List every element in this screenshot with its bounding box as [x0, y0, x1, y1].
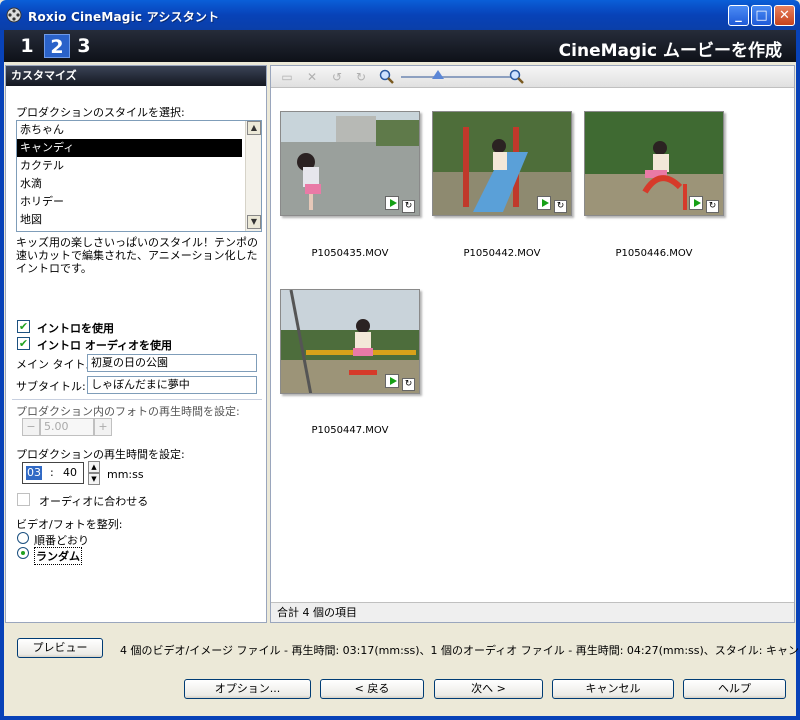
use-intro-audio-label: イントロ オーディオを使用 — [37, 339, 173, 352]
list-item[interactable]: 赤ちゃん — [17, 121, 242, 139]
order-random-label: ランダム — [34, 547, 82, 565]
cancel-button[interactable]: キャンセル — [552, 679, 674, 699]
help-button[interactable]: ヘルプ — [683, 679, 786, 699]
production-info: 4 個のビデオ/イメージ ファイル - 再生時間: 03:17(mm:ss)、1… — [120, 644, 800, 657]
media-panel: ▭ ✕ ↺ ↻ ↻ P1050435.MOV ↻ P1050442.MOV ↻ … — [270, 65, 795, 623]
rotate-icon[interactable]: ↻ — [706, 200, 719, 213]
zoom-slider-thumb[interactable] — [432, 70, 444, 79]
film-reel-icon — [6, 7, 22, 23]
spin-down-icon[interactable]: ▼ — [88, 473, 100, 485]
video-frame-image — [281, 112, 419, 215]
fit-audio-checkbox[interactable] — [17, 493, 30, 506]
subtitle-field[interactable]: しゃぼんだまに夢中 — [87, 376, 257, 394]
order-random-radio[interactable] — [17, 547, 29, 559]
window-border-left — [0, 30, 4, 720]
window-border-bottom — [0, 716, 800, 720]
rotate-icon[interactable]: ↻ — [402, 200, 415, 213]
wizard-step-bar: 1 2 3 CineMagic ムービーを作成 — [0, 30, 800, 62]
scroll-down-icon[interactable]: ▼ — [247, 215, 261, 229]
close-button[interactable]: ✕ — [774, 5, 795, 26]
list-item[interactable]: 水滴 — [17, 175, 242, 193]
divider — [12, 399, 262, 400]
zoom-out-icon[interactable] — [379, 69, 394, 84]
step-3[interactable]: 3 — [74, 34, 94, 58]
media-filename: P1050435.MOV — [311, 248, 389, 259]
play-icon[interactable] — [537, 196, 551, 210]
list-item[interactable]: 地図 — [17, 211, 242, 229]
media-filename: P1050447.MOV — [311, 425, 389, 436]
preview-button[interactable]: プレビュー — [17, 638, 103, 658]
rotate-left-icon[interactable]: ↺ — [329, 69, 345, 85]
zoom-in-icon[interactable] — [509, 69, 524, 84]
play-icon[interactable] — [385, 196, 399, 210]
production-time-field[interactable]: 03 : 40 — [22, 462, 84, 484]
minutes-value[interactable]: 03 — [26, 466, 42, 480]
media-toolbar: ▭ ✕ ↺ ↻ — [271, 66, 794, 88]
video-frame-image — [433, 112, 571, 215]
list-item[interactable]: ホリデー — [17, 193, 242, 211]
window-title: Roxio CineMagic アシスタント — [28, 10, 220, 24]
list-scrollbar[interactable]: ▲ ▼ — [245, 121, 261, 231]
play-icon[interactable] — [689, 196, 703, 210]
media-thumbnail[interactable]: ↻ — [432, 111, 572, 216]
monitor-icon[interactable]: ▭ — [279, 69, 295, 85]
list-item[interactable]: カクテル — [17, 157, 242, 175]
delete-icon[interactable]: ✕ — [304, 69, 320, 85]
media-thumbnail[interactable]: ↻ — [280, 289, 420, 394]
media-filename: P1050442.MOV — [463, 248, 541, 259]
fit-audio-label: オーディオに合わせる — [39, 495, 149, 508]
style-label: プロダクションのスタイルを選択: — [16, 106, 185, 119]
video-frame-image — [281, 290, 419, 393]
minimize-button[interactable]: _ — [728, 5, 749, 26]
rotate-icon[interactable]: ↻ — [402, 378, 415, 391]
page-title: CineMagic ムービーを作成 — [558, 41, 782, 61]
customize-panel: カスタマイズ プロダクションのスタイルを選択: 赤ちゃん キャンディ カクテル … — [5, 65, 267, 623]
options-button[interactable]: オプション... — [184, 679, 311, 699]
order-sequential-label: 順番どおり — [34, 534, 89, 547]
back-button[interactable]: < 戻る — [320, 679, 424, 699]
media-thumbnail[interactable]: ↻ — [280, 111, 420, 216]
title-bar[interactable]: Roxio CineMagic アシスタント _ □ ✕ — [0, 0, 800, 30]
step-2[interactable]: 2 — [44, 34, 70, 58]
use-intro-label: イントロを使用 — [37, 322, 114, 335]
step-1[interactable]: 1 — [16, 34, 38, 58]
style-description: キッズ用の楽しさいっぱいのスタイル！テンポの速いカットで編集された、アニメーショ… — [16, 236, 258, 275]
play-icon[interactable] — [385, 374, 399, 388]
window-border-right — [796, 30, 800, 720]
main-title-field[interactable]: 初夏の日の公園 — [87, 354, 257, 372]
media-filename: P1050446.MOV — [615, 248, 693, 259]
subtitle-label: サブタイトル: — [16, 380, 86, 393]
media-status-bar: 合計 4 個の項目 — [271, 602, 794, 622]
photo-time-minus-button[interactable]: − — [22, 418, 40, 436]
media-thumbnail[interactable]: ↻ — [584, 111, 724, 216]
maximize-button[interactable]: □ — [751, 5, 772, 26]
rotate-icon[interactable]: ↻ — [554, 200, 567, 213]
production-time-label: プロダクションの再生時間を設定: — [16, 448, 185, 461]
time-unit-label: mm:ss — [107, 468, 144, 481]
rotate-right-icon[interactable]: ↻ — [353, 69, 369, 85]
seconds-value[interactable]: 40 — [63, 465, 77, 481]
time-separator: : — [50, 466, 54, 479]
spin-up-icon[interactable]: ▲ — [88, 461, 100, 473]
order-sequential-radio[interactable] — [17, 532, 29, 544]
scroll-up-icon[interactable]: ▲ — [247, 121, 261, 135]
next-button[interactable]: 次へ > — [434, 679, 543, 699]
zoom-slider-track[interactable] — [401, 76, 511, 78]
use-intro-checkbox[interactable]: ✔ — [17, 320, 30, 333]
photo-time-label: プロダクション内のフォトの再生時間を設定: — [16, 405, 240, 418]
panel-header: カスタマイズ — [6, 66, 266, 86]
photo-time-field[interactable]: 5.00 — [40, 418, 94, 436]
order-label: ビデオ/フォトを整列: — [16, 518, 123, 531]
photo-time-plus-button[interactable]: + — [94, 418, 112, 436]
style-listbox[interactable]: 赤ちゃん キャンディ カクテル 水滴 ホリデー 地図 ▲ ▼ — [16, 120, 262, 232]
video-frame-image — [585, 112, 723, 215]
list-item-selected[interactable]: キャンディ — [17, 139, 242, 157]
use-intro-audio-checkbox[interactable]: ✔ — [17, 337, 30, 350]
